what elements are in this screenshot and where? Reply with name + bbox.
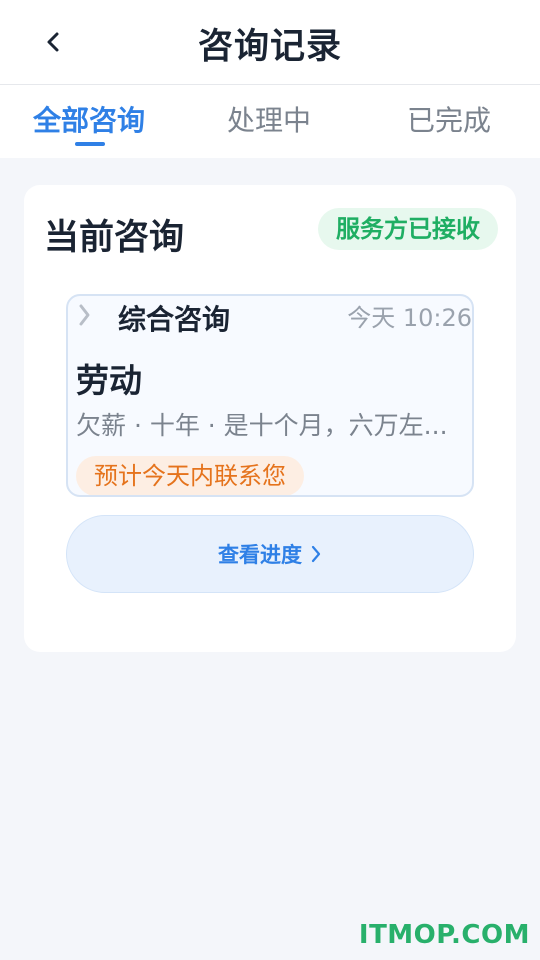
- consult-time: 今天 10:26: [347, 304, 472, 332]
- watermark-logo: ITMOP.COM: [358, 920, 530, 950]
- view-progress-button[interactable]: 查看进度: [66, 515, 474, 593]
- chevron-right-icon: [79, 304, 90, 326]
- consult-type: 综合咨询: [118, 303, 231, 336]
- status-badge: 服务方已接收: [318, 208, 498, 250]
- contact-eta-tag: 预计今天内联系您: [76, 456, 304, 495]
- app-header: 咨询记录: [0, 0, 540, 85]
- card-title: 当前咨询: [44, 218, 185, 258]
- page-title: 咨询记录: [197, 27, 342, 67]
- consult-item[interactable]: 综合咨询 今天 10:26 劳动 欠薪 · 十年 · 是十个月，六万左... 预…: [66, 294, 474, 497]
- consult-category: 劳动: [76, 361, 142, 400]
- tab-all[interactable]: 全部咨询: [33, 99, 145, 139]
- tab-active-indicator: [75, 142, 105, 146]
- tab-completed[interactable]: 已完成: [407, 99, 491, 139]
- current-consult-card: 当前咨询 服务方已接收 综合咨询 今天 10:26 劳动 欠薪 · 十年 · 是…: [24, 185, 516, 652]
- tab-processing[interactable]: 处理中: [227, 99, 311, 139]
- chevron-right-icon: [310, 544, 322, 564]
- view-progress-label: 查看进度: [218, 543, 302, 567]
- consult-description: 欠薪 · 十年 · 是十个月，六万左...: [76, 411, 448, 440]
- tab-bar: 全部咨询 处理中 已完成: [0, 85, 540, 158]
